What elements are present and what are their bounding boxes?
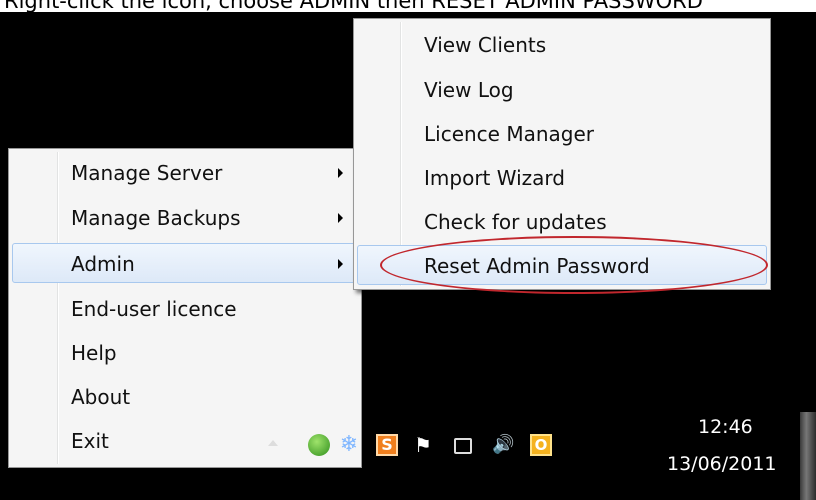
menu-item-label: Licence Manager (424, 122, 594, 146)
clock-date[interactable]: 13/06/2011 (667, 453, 777, 475)
network-icon[interactable] (454, 438, 472, 454)
menu-item-admin[interactable]: Admin (12, 243, 358, 283)
menu-item-label: View Log (424, 78, 514, 102)
submenu-item-licence-manager[interactable]: Licence Manager (357, 113, 767, 153)
menu-item-about[interactable]: About (12, 376, 358, 416)
clock-time[interactable]: 12:46 (698, 416, 753, 438)
submenu-item-view-log[interactable]: View Log (357, 69, 767, 109)
caption-text: Right-click the icon, choose ADMIN then … (4, 0, 703, 12)
menu-item-label: View Clients (424, 33, 547, 57)
action-center-flag-icon[interactable]: ⚑ (414, 434, 436, 456)
outlook-icon[interactable]: O (530, 434, 552, 456)
menu-item-label: Import Wizard (424, 166, 565, 190)
menu-item-label: End-user licence (71, 297, 237, 321)
green-app-icon[interactable] (308, 434, 330, 456)
submenu-item-view-clients[interactable]: View Clients (357, 24, 767, 64)
menu-item-help[interactable]: Help (12, 332, 358, 372)
submenu-item-reset-admin-password[interactable]: Reset Admin Password (357, 245, 767, 285)
s-app-icon[interactable]: S (376, 434, 398, 456)
menu-item-end-user-licence[interactable]: End-user licence (12, 288, 358, 328)
menu-item-label: Reset Admin Password (424, 254, 650, 278)
snowflake-icon[interactable]: ❄ (338, 434, 360, 456)
menu-item-label: Manage Server (71, 161, 223, 185)
volume-icon[interactable]: 🔊 (492, 434, 514, 456)
submenu-arrow-icon (338, 213, 343, 223)
submenu-item-import-wizard[interactable]: Import Wizard (357, 157, 767, 197)
menu-item-manage-backups[interactable]: Manage Backups (12, 197, 358, 237)
menu-item-label: About (71, 385, 131, 409)
menu-item-label: Manage Backups (71, 206, 241, 230)
instruction-caption: Right-click the icon, choose ADMIN then … (0, 0, 816, 12)
submenu-arrow-icon (338, 259, 343, 269)
menu-item-label: Admin (71, 252, 135, 276)
menu-item-manage-server[interactable]: Manage Server (12, 152, 358, 192)
show-desktop-button[interactable] (800, 412, 816, 500)
admin-submenu: View Clients View Log Licence Manager Im… (353, 18, 771, 290)
menu-item-label: Check for updates (424, 210, 607, 234)
show-hidden-icons-arrow-icon[interactable] (268, 440, 278, 446)
menu-item-label: Help (71, 341, 117, 365)
submenu-arrow-icon (338, 168, 343, 178)
submenu-item-check-for-updates[interactable]: Check for updates (357, 201, 767, 241)
